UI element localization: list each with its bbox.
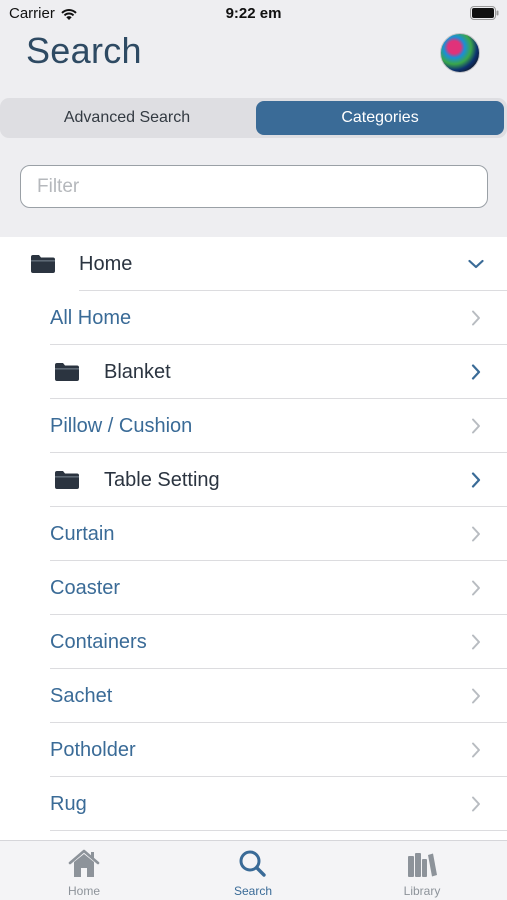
category-row-all-home[interactable]: All Home	[0, 291, 507, 345]
tab-home[interactable]: Home	[24, 841, 144, 900]
filter-input[interactable]	[20, 165, 488, 208]
chevron-right-icon	[472, 634, 480, 650]
chevron-right-icon	[472, 742, 480, 758]
chevron-right-icon	[472, 310, 480, 326]
category-row-home[interactable]: Home	[0, 237, 507, 291]
tab-label: Library	[403, 884, 441, 898]
category-label: Sachet	[50, 685, 113, 707]
chevron-down-icon	[468, 259, 484, 269]
status-time: 9:22 em	[225, 5, 282, 22]
battery-icon	[470, 6, 499, 20]
category-label: Potholder	[50, 739, 136, 761]
chevron-right-icon	[472, 796, 480, 812]
segment-categories[interactable]: Categories	[256, 101, 504, 135]
category-row-coaster[interactable]: Coaster	[0, 561, 507, 615]
category-row-pillow-cushion[interactable]: Pillow / Cushion	[0, 399, 507, 453]
category-row-table-setting[interactable]: Table Setting	[0, 453, 507, 507]
tab-bar: Home Search Library	[0, 840, 507, 900]
chevron-right-icon	[471, 472, 481, 488]
library-icon	[408, 853, 437, 877]
home-icon	[68, 849, 100, 877]
chevron-right-icon	[471, 364, 481, 380]
chevron-right-icon	[472, 418, 480, 434]
category-label: All Home	[50, 307, 132, 329]
category-row-containers[interactable]: Containers	[0, 615, 507, 669]
category-label: Blanket	[104, 361, 171, 383]
category-label: Table Setting	[104, 469, 220, 491]
folder-icon	[55, 363, 79, 381]
folder-icon	[31, 255, 55, 273]
segment-advanced-search[interactable]: Advanced Search	[2, 101, 252, 135]
category-row-curtain[interactable]: Curtain	[0, 507, 507, 561]
search-icon	[239, 850, 266, 877]
profile-avatar[interactable]	[440, 33, 480, 73]
search-mode-segmented-control: Advanced Search Categories	[0, 98, 507, 138]
row-divider	[50, 830, 507, 831]
chevron-right-icon	[472, 580, 480, 596]
category-row-potholder[interactable]: Potholder	[0, 723, 507, 777]
category-label: Coaster	[50, 577, 121, 599]
page-title: Search	[26, 30, 142, 71]
category-label: Rug	[50, 793, 87, 815]
chevron-right-icon	[472, 688, 480, 704]
category-label: Curtain	[50, 523, 115, 545]
chevron-right-icon	[472, 526, 480, 542]
category-row-sachet[interactable]: Sachet	[0, 669, 507, 723]
category-label: Pillow / Cushion	[50, 415, 193, 437]
category-label: Home	[79, 253, 133, 275]
tab-label: Search	[233, 884, 273, 898]
tab-label: Home	[67, 884, 100, 898]
tab-library[interactable]: Library	[362, 841, 482, 900]
category-label: Containers	[50, 631, 147, 653]
folder-icon	[55, 471, 79, 489]
category-row-rug[interactable]: Rug	[0, 777, 507, 831]
category-row-blanket[interactable]: Blanket	[0, 345, 507, 399]
status-bar: Carrier 9:22 em	[0, 0, 507, 28]
tab-search[interactable]: Search	[193, 841, 313, 900]
